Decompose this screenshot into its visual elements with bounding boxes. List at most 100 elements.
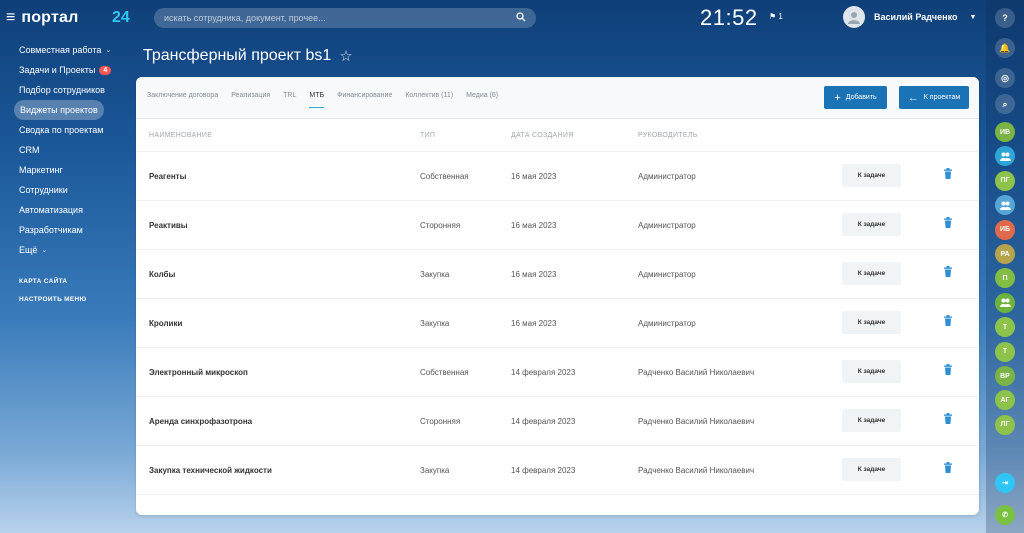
sidebar-item-tasks[interactable]: Задачи и Проекты 4	[0, 60, 120, 80]
cell-name[interactable]: Колбы	[149, 250, 175, 299]
go-to-task-button[interactable]: К задаче	[842, 262, 901, 285]
clock[interactable]: 21:52	[700, 5, 758, 31]
search-icon[interactable]: ⌕	[995, 94, 1015, 114]
group-icon[interactable]	[995, 292, 1015, 313]
page-title-text: Трансферный проект bs1	[143, 47, 332, 64]
tab-contract[interactable]: Заключение договора	[147, 92, 218, 108]
sidebar-item-project-summary[interactable]: Сводка по проектам	[0, 120, 120, 140]
back-to-projects-button[interactable]: ← К проектам	[899, 86, 969, 109]
right-panel: ? 🔔 ◎ ⌕ ИВ ПГ ИБ РА П Т Т ВР АГ ЛГ ⇥ ✆	[986, 0, 1024, 533]
sidebar-item-label: Разработчикам	[19, 225, 83, 235]
contact-avatar[interactable]: АГ	[995, 390, 1015, 411]
logo[interactable]: ≡ портал	[6, 8, 78, 28]
top-bar: ≡ портал 24 искать сотрудника, документ,…	[0, 0, 986, 36]
table-row[interactable]: Закупка технической жидкости Закупка 14 фе…	[136, 446, 979, 495]
trash-icon[interactable]	[943, 166, 955, 179]
go-to-task-button[interactable]: К задаче	[842, 311, 901, 334]
group-icon[interactable]	[995, 195, 1015, 216]
tabs-bar: Заключение договора Реализация TRL МТБ Ф…	[136, 77, 979, 119]
cell-manager: Администратор	[638, 319, 696, 328]
search-input[interactable]: искать сотрудника, документ, прочее...	[154, 8, 536, 28]
add-button[interactable]: + Добавить	[824, 86, 887, 109]
sidebar-item-collaboration[interactable]: Совместная работа ⌄	[0, 40, 120, 60]
column-header-name[interactable]: НАИМЕНОВАНИЕ	[149, 132, 212, 139]
cell-type: Закупка	[420, 466, 450, 475]
cell-type: Сторонняя	[420, 221, 461, 230]
chevron-down-icon: ⌄	[105, 47, 112, 54]
search-icon[interactable]	[516, 11, 526, 25]
star-icon[interactable]: ☆	[339, 47, 352, 65]
contact-avatar[interactable]: П	[995, 268, 1015, 289]
contact-avatar[interactable]: ИБ	[995, 219, 1015, 240]
trash-icon[interactable]	[943, 362, 955, 375]
contact-avatar[interactable]: ПГ	[995, 170, 1015, 191]
trash-icon[interactable]	[943, 411, 955, 424]
chat-icon[interactable]: ◎	[995, 68, 1015, 88]
go-to-task-button[interactable]: К задаче	[842, 164, 901, 187]
cell-type: Закупка	[420, 319, 450, 328]
cell-name[interactable]: Электронный микроскоп	[149, 348, 248, 397]
arrow-left-icon: ←	[907, 91, 919, 104]
contact-avatar[interactable]: ВР	[995, 366, 1015, 386]
cell-name[interactable]: Реактивы	[149, 201, 188, 250]
contact-avatar[interactable]: РА	[995, 244, 1015, 264]
table-row[interactable]: Реагенты Собственная 16 мая 2023 Администра…	[136, 152, 979, 201]
open-line-icon[interactable]: ⇥	[995, 473, 1015, 493]
tab-financing[interactable]: Финансирование	[337, 92, 392, 108]
chevron-down-icon: ▼	[969, 13, 977, 21]
trash-icon[interactable]	[943, 313, 955, 326]
sitemap-link[interactable]: КАРТА САЙТА	[0, 272, 120, 290]
bell-icon[interactable]: 🔔	[995, 38, 1015, 58]
flag-icon[interactable]: ⚑ 1	[769, 12, 783, 21]
table-row[interactable]: Колбы Закупка 16 мая 2023 Администратор К за…	[136, 250, 979, 299]
column-header-date[interactable]: ДАТА СОЗДАНИЯ	[511, 132, 574, 139]
cell-name[interactable]: Закупка технической жидкости	[149, 446, 272, 495]
sidebar-item-developers[interactable]: Разработчикам	[0, 220, 120, 240]
configure-menu-link[interactable]: НАСТРОИТЬ МЕНЮ	[0, 290, 120, 308]
cell-date: 16 мая 2023	[511, 221, 557, 230]
trash-icon[interactable]	[943, 215, 955, 228]
help-icon[interactable]: ?	[995, 8, 1015, 28]
group-chat-icon[interactable]	[995, 146, 1015, 167]
go-to-task-button[interactable]: К задаче	[842, 213, 901, 236]
sidebar-item-label: Сотрудники	[19, 185, 68, 195]
cell-name[interactable]: Аренда синхрофазотрона	[149, 397, 252, 446]
table-row[interactable]: Кролики Закупка 16 мая 2023 Администратор К …	[136, 299, 979, 348]
table-row[interactable]: Электронный микроскоп Собственная 14 февра…	[136, 348, 979, 397]
sidebar-item-more[interactable]: Ещё ⌄	[0, 240, 120, 260]
cell-name[interactable]: Кролики	[149, 299, 182, 348]
tab-team[interactable]: Коллектив (11)	[405, 92, 453, 108]
cell-name[interactable]: Реагенты	[149, 152, 186, 201]
sidebar-item-recruitment[interactable]: Подбор сотрудников	[0, 80, 120, 100]
trash-icon[interactable]	[943, 460, 955, 473]
contact-avatar[interactable]: ИВ	[995, 122, 1015, 142]
phone-icon[interactable]: ✆	[995, 505, 1015, 525]
sidebar-item-marketing[interactable]: Маркетинг	[0, 160, 120, 180]
contact-avatar[interactable]: Т	[995, 317, 1015, 338]
contact-avatar[interactable]: Т	[995, 341, 1015, 362]
column-header-type[interactable]: ТИП	[420, 132, 435, 139]
cell-manager: Администратор	[638, 270, 696, 279]
tab-implementation[interactable]: Реализация	[231, 92, 270, 108]
sidebar-item-crm[interactable]: CRM	[0, 140, 120, 160]
go-to-task-button[interactable]: К задаче	[842, 360, 901, 383]
tab-media[interactable]: Медиа (6)	[466, 92, 498, 108]
tab-mtb[interactable]: МТБ	[309, 92, 325, 108]
tab-trl[interactable]: TRL	[283, 92, 296, 108]
sidebar-item-employees[interactable]: Сотрудники	[0, 180, 120, 200]
column-header-manager[interactable]: РУКОВОДИТЕЛЬ	[638, 132, 698, 139]
user-name: Василий Радченко	[874, 12, 958, 22]
logo-number: 24	[112, 9, 130, 26]
user-menu[interactable]: Василий Радченко ▼	[843, 6, 976, 28]
trash-icon[interactable]	[943, 264, 955, 277]
sidebar-item-project-widgets[interactable]: Виджеты проектов	[14, 100, 104, 120]
sidebar-item-automation[interactable]: Автоматизация	[0, 200, 120, 220]
sidebar-item-label: Виджеты проектов	[20, 105, 98, 115]
table-row[interactable]: Реактивы Сторонняя 16 мая 2023 Администрато…	[136, 201, 979, 250]
menu-icon[interactable]: ≡	[6, 8, 15, 28]
go-to-task-button[interactable]: К задаче	[842, 458, 901, 481]
go-to-task-button[interactable]: К задаче	[842, 409, 901, 432]
table-row[interactable]: Аренда синхрофазотрона Сторонняя 14 феврал…	[136, 397, 979, 446]
contact-avatar[interactable]: ЛГ	[995, 414, 1015, 435]
cell-date: 14 февраля 2023	[511, 368, 576, 377]
